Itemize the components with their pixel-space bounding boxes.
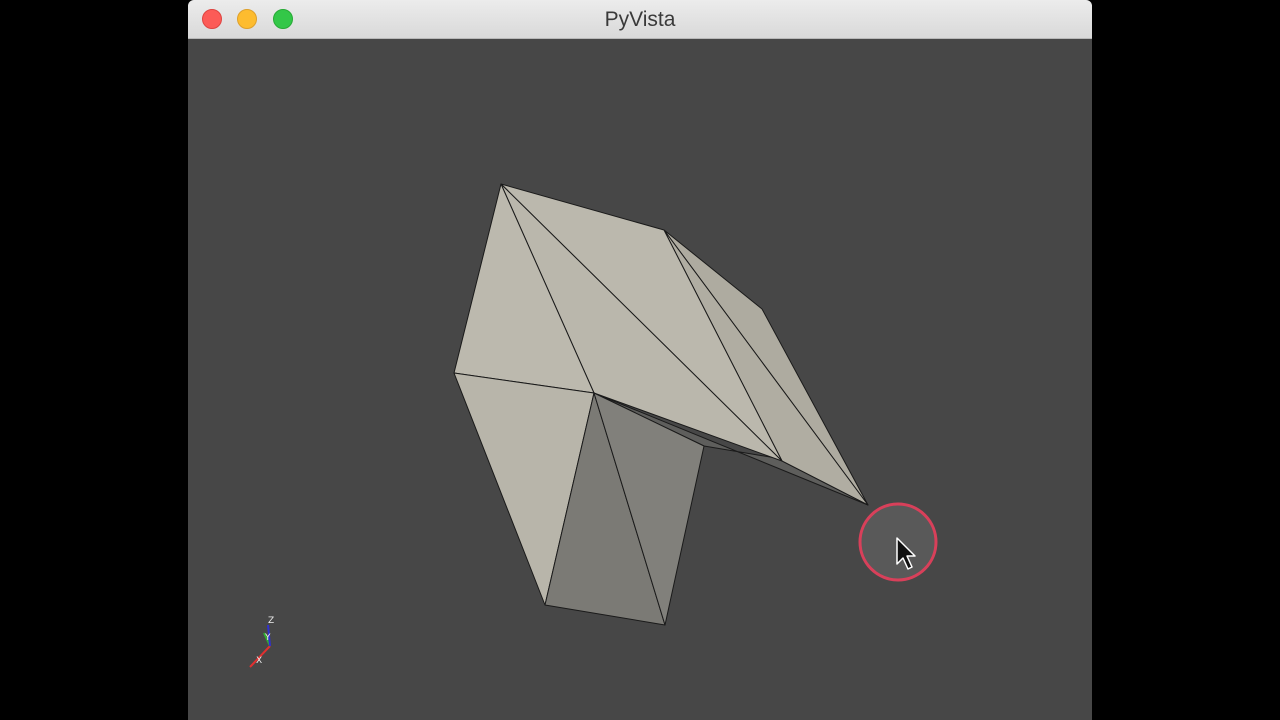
- x-axis-label: X: [256, 656, 262, 666]
- window-title: PyVista: [604, 8, 676, 31]
- z-axis-label: Z: [268, 616, 274, 626]
- orientation-axes-widget: X Y Z: [249, 616, 274, 668]
- pyvista-window: PyVista X Y Z: [188, 0, 1092, 720]
- title-bar[interactable]: PyVista: [188, 0, 1092, 39]
- render-viewport[interactable]: X Y Z: [188, 39, 1092, 720]
- y-axis-label: Y: [264, 633, 271, 643]
